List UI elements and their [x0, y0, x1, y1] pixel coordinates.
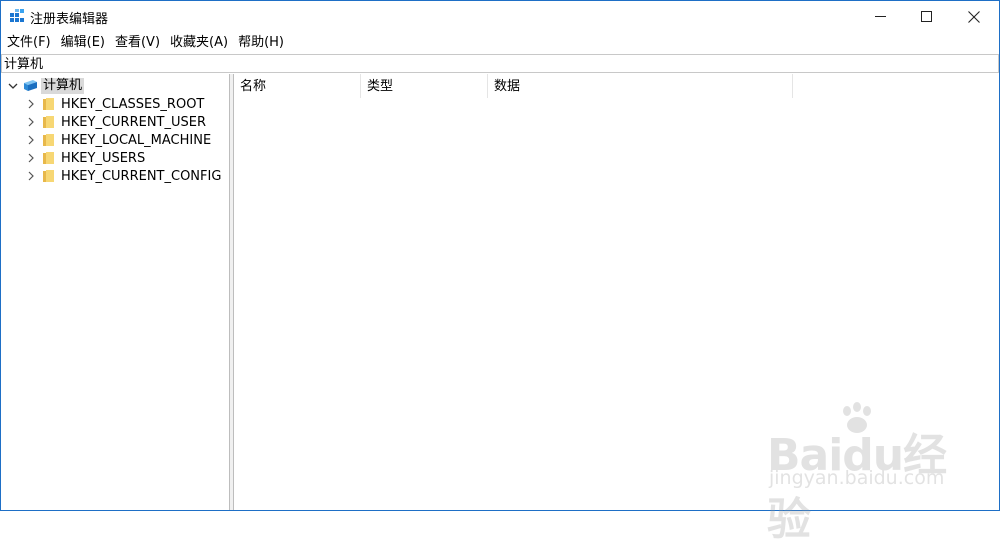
chevron-down-icon[interactable]: [7, 80, 19, 92]
tree-root-label: 计算机: [41, 78, 85, 94]
address-bar[interactable]: 计算机: [1, 54, 999, 73]
chevron-right-icon[interactable]: [25, 98, 37, 110]
chevron-right-icon[interactable]: [25, 152, 37, 164]
tree-node-hkcu[interactable]: HKEY_CURRENT_USER: [25, 113, 206, 131]
chevron-right-icon[interactable]: [25, 116, 37, 128]
maximize-icon: [920, 11, 932, 22]
tree-node-computer[interactable]: 计算机: [7, 77, 85, 95]
menu-favorites[interactable]: 收藏夹(A): [165, 32, 233, 53]
tree-item-label: HKEY_USERS: [61, 150, 146, 166]
minimize-button[interactable]: [857, 1, 903, 32]
chevron-right-icon[interactable]: [25, 170, 37, 182]
tree-item-label: HKEY_CURRENT_USER: [61, 114, 207, 130]
chevron-right-icon[interactable]: [25, 134, 37, 146]
tree-item-label: HKEY_CURRENT_CONFIG: [61, 168, 222, 184]
tree-item-label: HKEY_LOCAL_MACHINE: [61, 132, 212, 148]
column-header-name[interactable]: 名称: [234, 74, 361, 98]
title-bar[interactable]: 注册表编辑器: [1, 1, 999, 32]
tree-node-hklm[interactable]: HKEY_LOCAL_MACHINE: [25, 131, 211, 149]
folder-icon: [43, 170, 54, 182]
maximize-button[interactable]: [903, 1, 949, 32]
close-button[interactable]: [951, 1, 997, 32]
folder-icon: [43, 152, 54, 164]
close-icon: [968, 10, 980, 23]
window-title: 注册表编辑器: [30, 12, 109, 27]
tree-node-hkcr[interactable]: HKEY_CLASSES_ROOT: [25, 95, 204, 113]
column-header-type[interactable]: 类型: [361, 74, 488, 98]
menu-file[interactable]: 文件(F): [1, 32, 56, 53]
column-header-data[interactable]: 数据: [488, 74, 793, 98]
folder-icon: [43, 98, 54, 110]
values-list-pane[interactable]: 名称 类型 数据: [234, 74, 999, 510]
tree-node-hku[interactable]: HKEY_USERS: [25, 149, 145, 167]
menu-view[interactable]: 查看(V): [110, 32, 165, 53]
regedit-app-icon: [10, 9, 24, 22]
computer-icon: [24, 80, 37, 91]
list-header: 名称 类型 数据: [234, 74, 794, 98]
minimize-icon: [874, 16, 886, 17]
regedit-window: 注册表编辑器 文件(F) 编辑(E) 查看(V) 收藏夹(A) 帮助(H) 计算…: [0, 0, 1000, 545]
menu-edit[interactable]: 编辑(E): [56, 32, 110, 53]
menu-help[interactable]: 帮助(H): [233, 32, 289, 53]
folder-icon: [43, 134, 54, 146]
tree-node-hkcc[interactable]: HKEY_CURRENT_CONFIG: [25, 167, 221, 185]
tree-item-label: HKEY_CLASSES_ROOT: [61, 96, 205, 112]
key-tree-pane[interactable]: 计算机 HKEY_CLASSES_ROOT HKEY_CURRENT_USER …: [1, 74, 230, 510]
folder-icon: [43, 116, 54, 128]
menu-bar: 文件(F) 编辑(E) 查看(V) 收藏夹(A) 帮助(H): [1, 32, 999, 53]
